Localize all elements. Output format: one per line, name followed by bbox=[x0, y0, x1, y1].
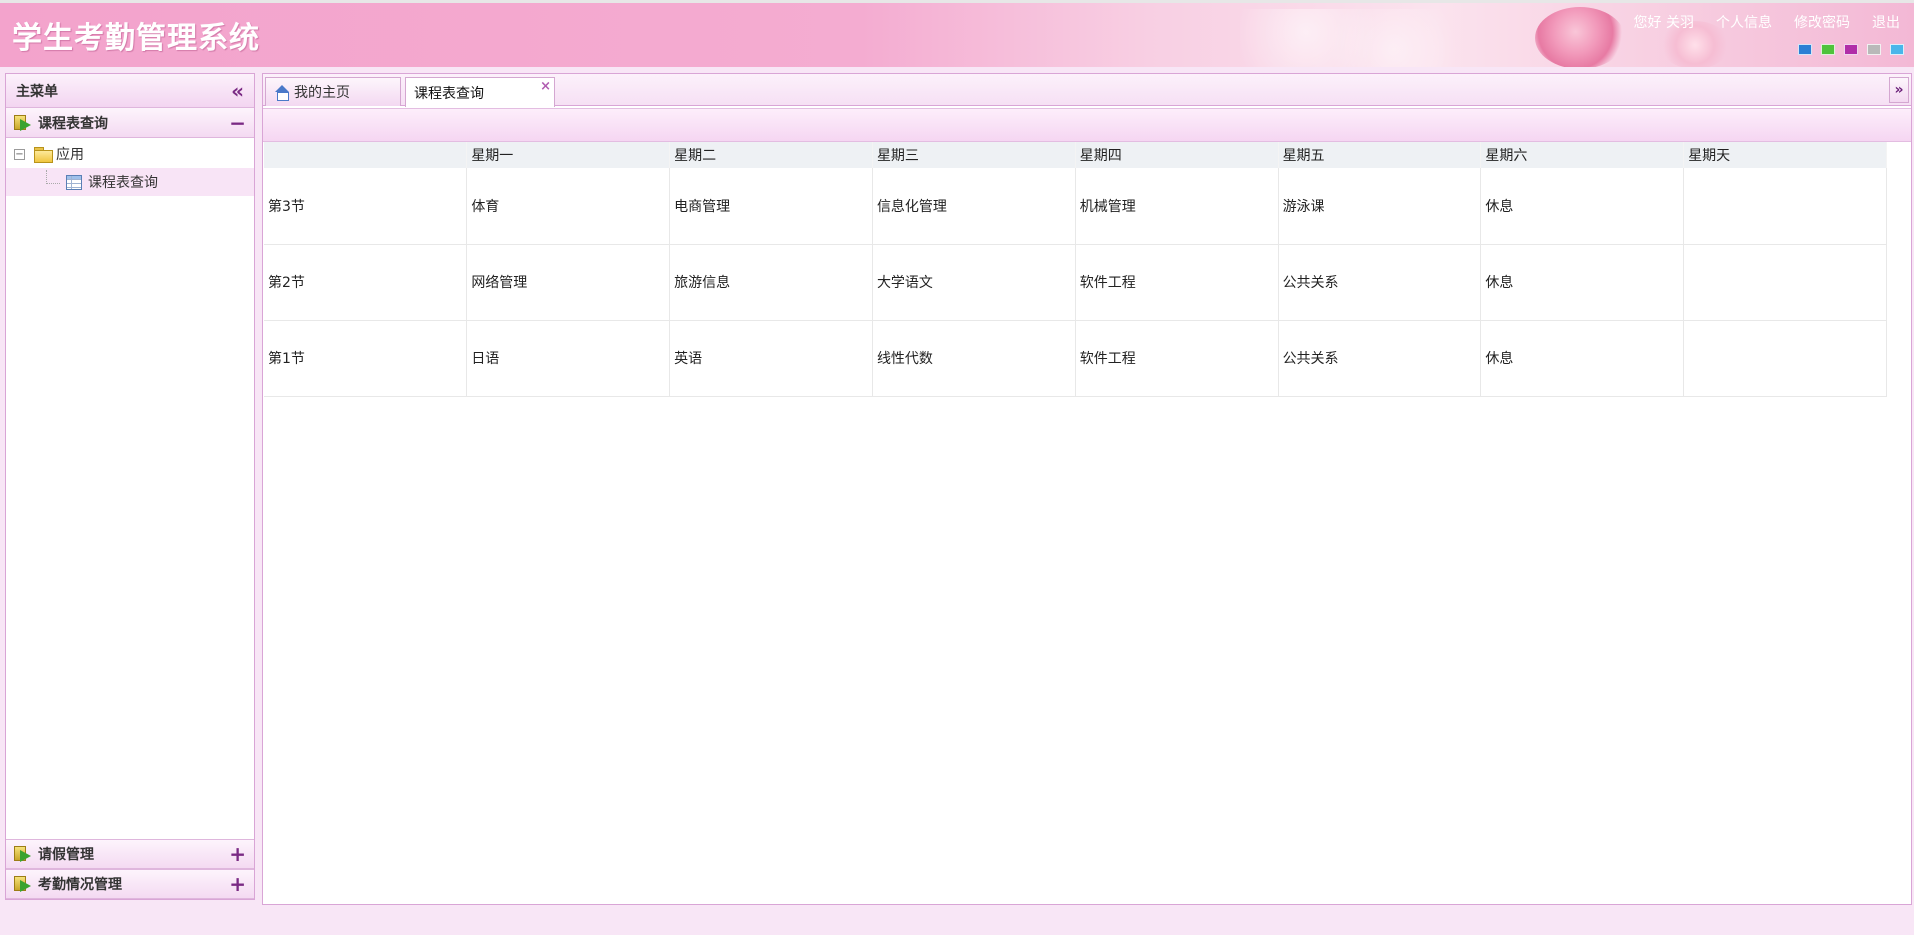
course-cell: 体育 bbox=[466, 168, 671, 245]
table-row: 第1节 日语 英语 线性代数 软件工程 公共关系 休息 bbox=[264, 320, 1887, 397]
schedule-table: 星期一 星期二 星期三 星期四 星期五 星期六 星期天 第3节 体育 电商管理 … bbox=[264, 142, 1887, 397]
theme-swatch-gray[interactable] bbox=[1867, 44, 1881, 55]
collapse-sidebar-icon[interactable]: « bbox=[231, 81, 244, 101]
home-icon bbox=[274, 85, 290, 101]
app-title: 学生考勤管理系统 bbox=[12, 21, 260, 56]
close-tab-icon[interactable]: × bbox=[540, 79, 551, 94]
column-header: 星期五 bbox=[1278, 142, 1482, 168]
accordion-label: 考勤情况管理 bbox=[38, 877, 122, 893]
tab-bar: 我的主页 课程表查询 × » bbox=[263, 74, 1911, 107]
course-cell: 游泳课 bbox=[1278, 168, 1482, 245]
sidebar-title: 主菜单 bbox=[16, 83, 58, 100]
table-icon bbox=[66, 174, 82, 190]
column-header: 星期一 bbox=[466, 142, 671, 168]
course-cell: 机械管理 bbox=[1075, 168, 1279, 245]
theme-swatch-purple[interactable] bbox=[1844, 44, 1858, 55]
theme-swatch-green[interactable] bbox=[1821, 44, 1835, 55]
table-row: 第3节 体育 电商管理 信息化管理 机械管理 游泳课 休息 bbox=[264, 168, 1887, 245]
tree-node-app[interactable]: − 应用 bbox=[6, 140, 254, 168]
profile-link[interactable]: 个人信息 bbox=[1716, 12, 1772, 32]
course-cell: 日语 bbox=[466, 320, 671, 397]
course-cell: 英语 bbox=[669, 320, 873, 397]
collapse-icon[interactable]: − bbox=[229, 113, 246, 133]
period-cell: 第3节 bbox=[264, 168, 468, 245]
column-header: 星期四 bbox=[1075, 142, 1279, 168]
accordion-attendance-management[interactable]: 考勤情况管理 + bbox=[6, 869, 254, 899]
course-cell: 软件工程 bbox=[1075, 320, 1279, 397]
user-links: 您好 关羽 个人信息 修改密码 退出 bbox=[1634, 12, 1900, 32]
tree-connector bbox=[46, 170, 60, 184]
column-header bbox=[264, 142, 468, 168]
course-cell: 公共关系 bbox=[1278, 244, 1482, 321]
course-cell: 大学语文 bbox=[872, 244, 1076, 321]
menu-tree: − 应用 课程表查询 bbox=[6, 138, 254, 196]
rose-decoration bbox=[1535, 7, 1625, 67]
tab-schedule-query[interactable]: 课程表查询 × bbox=[405, 77, 555, 107]
sidebar-menu: 主菜单 « 课程表查询 − − 应用 课程表查询 请假管理 + 考勤情况管理 + bbox=[5, 73, 255, 900]
accordion-leave-management[interactable]: 请假管理 + bbox=[6, 839, 254, 869]
main-panel: 我的主页 课程表查询 × » 星期一 星期二 星期三 星期四 星期五 星期六 星… bbox=[262, 73, 1912, 905]
theme-swatch-cyan[interactable] bbox=[1890, 44, 1904, 55]
table-row: 第2节 网络管理 旅游信息 大学语文 软件工程 公共关系 休息 bbox=[264, 244, 1887, 321]
column-header: 星期三 bbox=[872, 142, 1076, 168]
module-icon bbox=[14, 114, 32, 131]
tab-label: 课程表查询 bbox=[414, 85, 484, 102]
logout-link[interactable]: 退出 bbox=[1872, 12, 1900, 32]
column-header: 星期天 bbox=[1683, 142, 1887, 168]
banner-decoration bbox=[1240, 9, 1460, 67]
accordion-schedule-query[interactable]: 课程表查询 − bbox=[6, 108, 254, 138]
course-cell: 休息 bbox=[1480, 320, 1685, 397]
course-cell bbox=[1683, 168, 1887, 245]
course-cell: 公共关系 bbox=[1278, 320, 1482, 397]
column-header: 星期六 bbox=[1480, 142, 1685, 168]
course-cell: 信息化管理 bbox=[872, 168, 1076, 245]
tree-node-label: 应用 bbox=[56, 147, 84, 163]
change-password-link[interactable]: 修改密码 bbox=[1794, 12, 1850, 32]
course-cell: 休息 bbox=[1480, 168, 1685, 245]
course-cell: 休息 bbox=[1480, 244, 1685, 321]
content-toolbar bbox=[263, 108, 1911, 142]
tab-dropdown-icon[interactable]: » bbox=[1889, 77, 1909, 103]
top-banner: 学生考勤管理系统 您好 关羽 个人信息 修改密码 退出 bbox=[0, 0, 1914, 67]
tab-label: 我的主页 bbox=[294, 85, 350, 101]
sidebar-collapsed-sections: 请假管理 + 考勤情况管理 + bbox=[6, 839, 254, 899]
period-cell: 第1节 bbox=[264, 320, 468, 397]
tab-home[interactable]: 我的主页 bbox=[265, 77, 401, 106]
module-icon bbox=[14, 876, 32, 892]
table-header-row: 星期一 星期二 星期三 星期四 星期五 星期六 星期天 bbox=[264, 142, 1887, 168]
expand-icon[interactable]: + bbox=[229, 844, 246, 864]
folder-icon bbox=[34, 147, 53, 163]
sidebar-header: 主菜单 « bbox=[6, 74, 254, 108]
theme-swatch-blue[interactable] bbox=[1798, 44, 1812, 55]
course-cell: 软件工程 bbox=[1075, 244, 1279, 321]
tree-item-label: 课程表查询 bbox=[88, 175, 158, 191]
course-cell bbox=[1683, 320, 1887, 397]
greeting-user-link[interactable]: 您好 关羽 bbox=[1634, 12, 1694, 32]
accordion-label: 请假管理 bbox=[38, 847, 94, 863]
tree-collapse-icon[interactable]: − bbox=[14, 148, 25, 160]
course-cell: 线性代数 bbox=[872, 320, 1076, 397]
course-cell: 旅游信息 bbox=[669, 244, 873, 321]
expand-icon[interactable]: + bbox=[229, 874, 246, 894]
period-cell: 第2节 bbox=[264, 244, 468, 321]
module-icon bbox=[14, 846, 32, 862]
column-header: 星期二 bbox=[669, 142, 873, 168]
course-cell: 电商管理 bbox=[669, 168, 873, 245]
course-cell bbox=[1683, 244, 1887, 321]
course-cell: 网络管理 bbox=[466, 244, 671, 321]
tree-item-schedule-query[interactable]: 课程表查询 bbox=[6, 168, 254, 196]
accordion-label: 课程表查询 bbox=[38, 115, 108, 132]
theme-switcher bbox=[1798, 44, 1904, 55]
